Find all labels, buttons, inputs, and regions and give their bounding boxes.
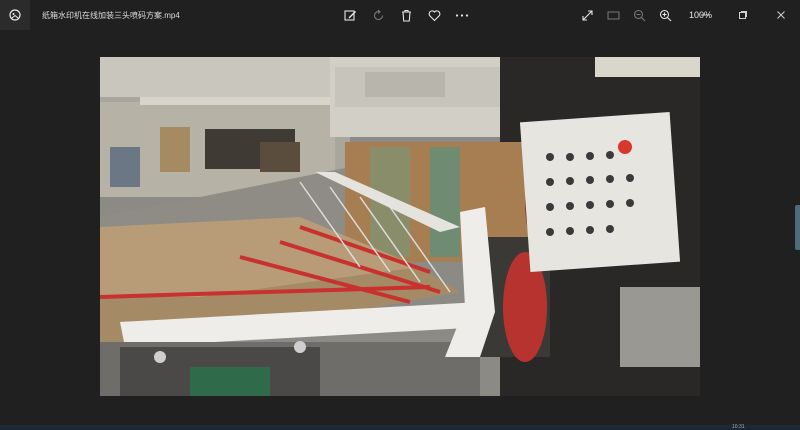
media-toolbar	[342, 7, 470, 23]
favorite-button[interactable]	[426, 7, 442, 23]
zoom-out-button[interactable]	[631, 7, 647, 23]
edit-image-icon	[343, 9, 356, 21]
window-title: 纸箱水印机在线加装三头喷码方案.mp4	[42, 10, 180, 20]
expand-icon	[581, 9, 593, 21]
rotate-icon	[373, 9, 383, 20]
edit-button[interactable]	[342, 7, 358, 23]
rotate-button[interactable]	[370, 7, 386, 23]
more-button[interactable]	[454, 7, 470, 23]
zoom-in-icon	[659, 9, 671, 21]
side-panel-handle[interactable]	[795, 205, 800, 250]
photos-app-icon[interactable]	[0, 0, 30, 30]
minimize-icon	[701, 14, 709, 16]
trash-icon	[401, 9, 411, 22]
zoom-out-icon	[633, 9, 645, 21]
restore-icon	[739, 11, 747, 19]
taskbar	[0, 425, 800, 429]
taskbar-clock: 10:31	[732, 424, 745, 430]
restore-button[interactable]	[724, 0, 762, 30]
more-icon	[455, 13, 469, 17]
delete-button[interactable]	[398, 7, 414, 23]
factory-scene-image	[100, 57, 700, 396]
video-frame[interactable]	[100, 57, 700, 396]
window-controls	[686, 0, 800, 30]
minimize-button[interactable]	[686, 0, 724, 30]
close-icon	[777, 11, 785, 19]
actual-size-icon	[607, 11, 619, 19]
actual-size-button[interactable]	[605, 7, 621, 23]
close-button[interactable]	[762, 0, 800, 30]
zoom-in-button[interactable]	[657, 7, 673, 23]
heart-icon	[428, 9, 440, 21]
fullscreen-button[interactable]	[579, 7, 595, 23]
